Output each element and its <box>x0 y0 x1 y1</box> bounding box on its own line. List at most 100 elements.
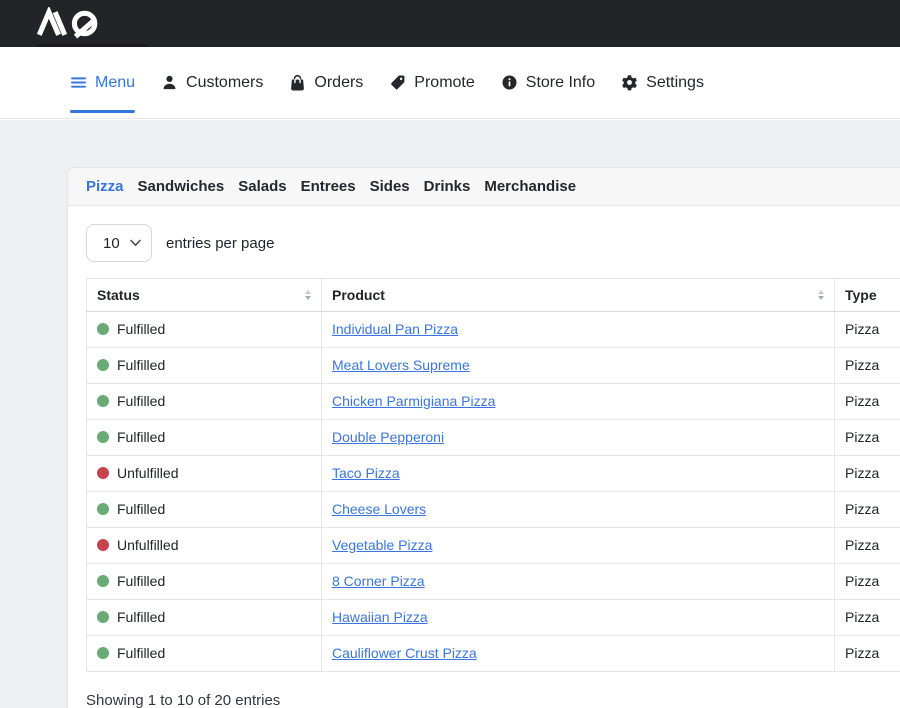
nav-item-store-info[interactable]: Store Info <box>501 47 595 118</box>
sort-arrows-icon <box>305 290 311 300</box>
person-icon <box>161 74 178 91</box>
product-link[interactable]: 8 Corner Pizza <box>332 573 425 589</box>
status-cell: Fulfilled <box>87 420 322 456</box>
nav-item-settings[interactable]: Settings <box>621 47 704 118</box>
product-link[interactable]: Vegetable Pizza <box>332 537 432 553</box>
product-link[interactable]: Cauliflower Crust Pizza <box>332 645 477 661</box>
type-cell: Pizza <box>835 528 900 564</box>
product-cell: Chicken Parmigiana Pizza <box>322 384 835 420</box>
table-row: Fulfilled 8 Corner Pizza Pizza <box>87 564 900 600</box>
nav-item-label: Store Info <box>526 74 595 92</box>
status-cell: Fulfilled <box>87 348 322 384</box>
type-label: Pizza <box>845 537 879 553</box>
table-row: Fulfilled Cheese Lovers Pizza <box>87 492 900 528</box>
nav-item-orders[interactable]: Orders <box>289 47 363 118</box>
aiq-logo-icon <box>37 7 105 40</box>
page-size-select-wrap: 10 <box>86 224 152 262</box>
status-label: Fulfilled <box>117 393 165 409</box>
nav-item-menu[interactable]: Menu <box>70 47 135 118</box>
status-dot-icon <box>97 395 109 407</box>
type-cell: Pizza <box>835 564 900 600</box>
nav-item-label: Orders <box>314 74 363 92</box>
tab-drinks[interactable]: Drinks <box>424 178 471 195</box>
showing-entries-text: Showing 1 to 10 of 20 entries <box>86 692 900 708</box>
status-cell: Fulfilled <box>87 492 322 528</box>
status-label: Fulfilled <box>117 357 165 373</box>
status-label: Fulfilled <box>117 321 165 337</box>
nav-item-customers[interactable]: Customers <box>161 47 263 118</box>
table-row: Fulfilled Hawaiian Pizza Pizza <box>87 600 900 636</box>
status-label: Fulfilled <box>117 609 165 625</box>
type-cell: Pizza <box>835 348 900 384</box>
status-dot-icon <box>97 611 109 623</box>
status-label: Unfulfilled <box>117 537 178 553</box>
category-tabs: Pizza Sandwiches Salads Entrees Sides Drinks M… <box>68 168 900 206</box>
column-header-status[interactable]: Status <box>87 279 322 312</box>
products-table: Status Product Type <box>86 278 900 672</box>
type-cell: Pizza <box>835 312 900 348</box>
product-cell: Hawaiian Pizza <box>322 600 835 636</box>
type-label: Pizza <box>845 573 879 589</box>
type-label: Pizza <box>845 645 879 661</box>
entries-row: 10 entries per page <box>86 224 900 262</box>
info-icon <box>501 74 518 91</box>
type-label: Pizza <box>845 501 879 517</box>
tab-salads[interactable]: Salads <box>238 178 286 195</box>
column-header-product[interactable]: Product <box>322 279 835 312</box>
product-cell: Meat Lovers Supreme <box>322 348 835 384</box>
tab-pizza[interactable]: Pizza <box>86 178 124 195</box>
column-label: Status <box>97 287 140 303</box>
status-cell: Unfulfilled <box>87 456 322 492</box>
product-link[interactable]: Taco Pizza <box>332 465 400 481</box>
column-label: Type <box>845 287 877 303</box>
product-link[interactable]: Meat Lovers Supreme <box>332 357 470 373</box>
status-cell: Fulfilled <box>87 312 322 348</box>
nav-item-label: Settings <box>646 74 704 92</box>
tab-entrees[interactable]: Entrees <box>301 178 356 195</box>
status-label: Fulfilled <box>117 573 165 589</box>
type-label: Pizza <box>845 357 879 373</box>
status-cell: Fulfilled <box>87 384 322 420</box>
tab-merchandise[interactable]: Merchandise <box>484 178 576 195</box>
product-cell: Individual Pan Pizza <box>322 312 835 348</box>
type-cell: Pizza <box>835 600 900 636</box>
product-link[interactable]: Chicken Parmigiana Pizza <box>332 393 495 409</box>
tag-icon <box>389 74 406 91</box>
type-cell: Pizza <box>835 384 900 420</box>
status-label: Fulfilled <box>117 429 165 445</box>
status-dot-icon <box>97 539 109 551</box>
status-cell: Fulfilled <box>87 636 322 672</box>
status-dot-icon <box>97 467 109 479</box>
status-dot-icon <box>97 359 109 371</box>
product-cell: Double Pepperoni <box>322 420 835 456</box>
table-row: Unfulfilled Taco Pizza Pizza <box>87 456 900 492</box>
tab-sandwiches[interactable]: Sandwiches <box>138 178 225 195</box>
page-background: Pizza Sandwiches Salads Entrees Sides Drinks M… <box>0 120 900 708</box>
table-row: Fulfilled Double Pepperoni Pizza <box>87 420 900 456</box>
product-link[interactable]: Hawaiian Pizza <box>332 609 428 625</box>
type-cell: Pizza <box>835 456 900 492</box>
nav-items: Menu Customers Orders Promote Store Info… <box>0 47 900 118</box>
status-cell: Fulfilled <box>87 564 322 600</box>
nav-item-promote[interactable]: Promote <box>389 47 474 118</box>
product-link[interactable]: Cheese Lovers <box>332 501 426 517</box>
top-header-bar <box>0 0 900 47</box>
tab-sides[interactable]: Sides <box>370 178 410 195</box>
entries-per-page-label: entries per page <box>166 235 274 252</box>
page-size-select[interactable]: 10 <box>86 224 152 262</box>
table-row: Unfulfilled Vegetable Pizza Pizza <box>87 528 900 564</box>
status-cell: Fulfilled <box>87 600 322 636</box>
status-label: Unfulfilled <box>117 465 178 481</box>
product-link[interactable]: Double Pepperoni <box>332 429 444 445</box>
column-header-type[interactable]: Type <box>835 279 900 312</box>
gear-icon <box>621 74 638 91</box>
product-link[interactable]: Individual Pan Pizza <box>332 321 458 337</box>
table-row: Fulfilled Chicken Parmigiana Pizza Pizza <box>87 384 900 420</box>
card-body: 10 entries per page Status <box>68 206 900 708</box>
table-header-row: Status Product Type <box>87 279 900 312</box>
bag-icon <box>289 74 306 91</box>
type-label: Pizza <box>845 429 879 445</box>
nav-item-label: Promote <box>414 74 474 92</box>
product-cell: Cheese Lovers <box>322 492 835 528</box>
product-cell: Vegetable Pizza <box>322 528 835 564</box>
